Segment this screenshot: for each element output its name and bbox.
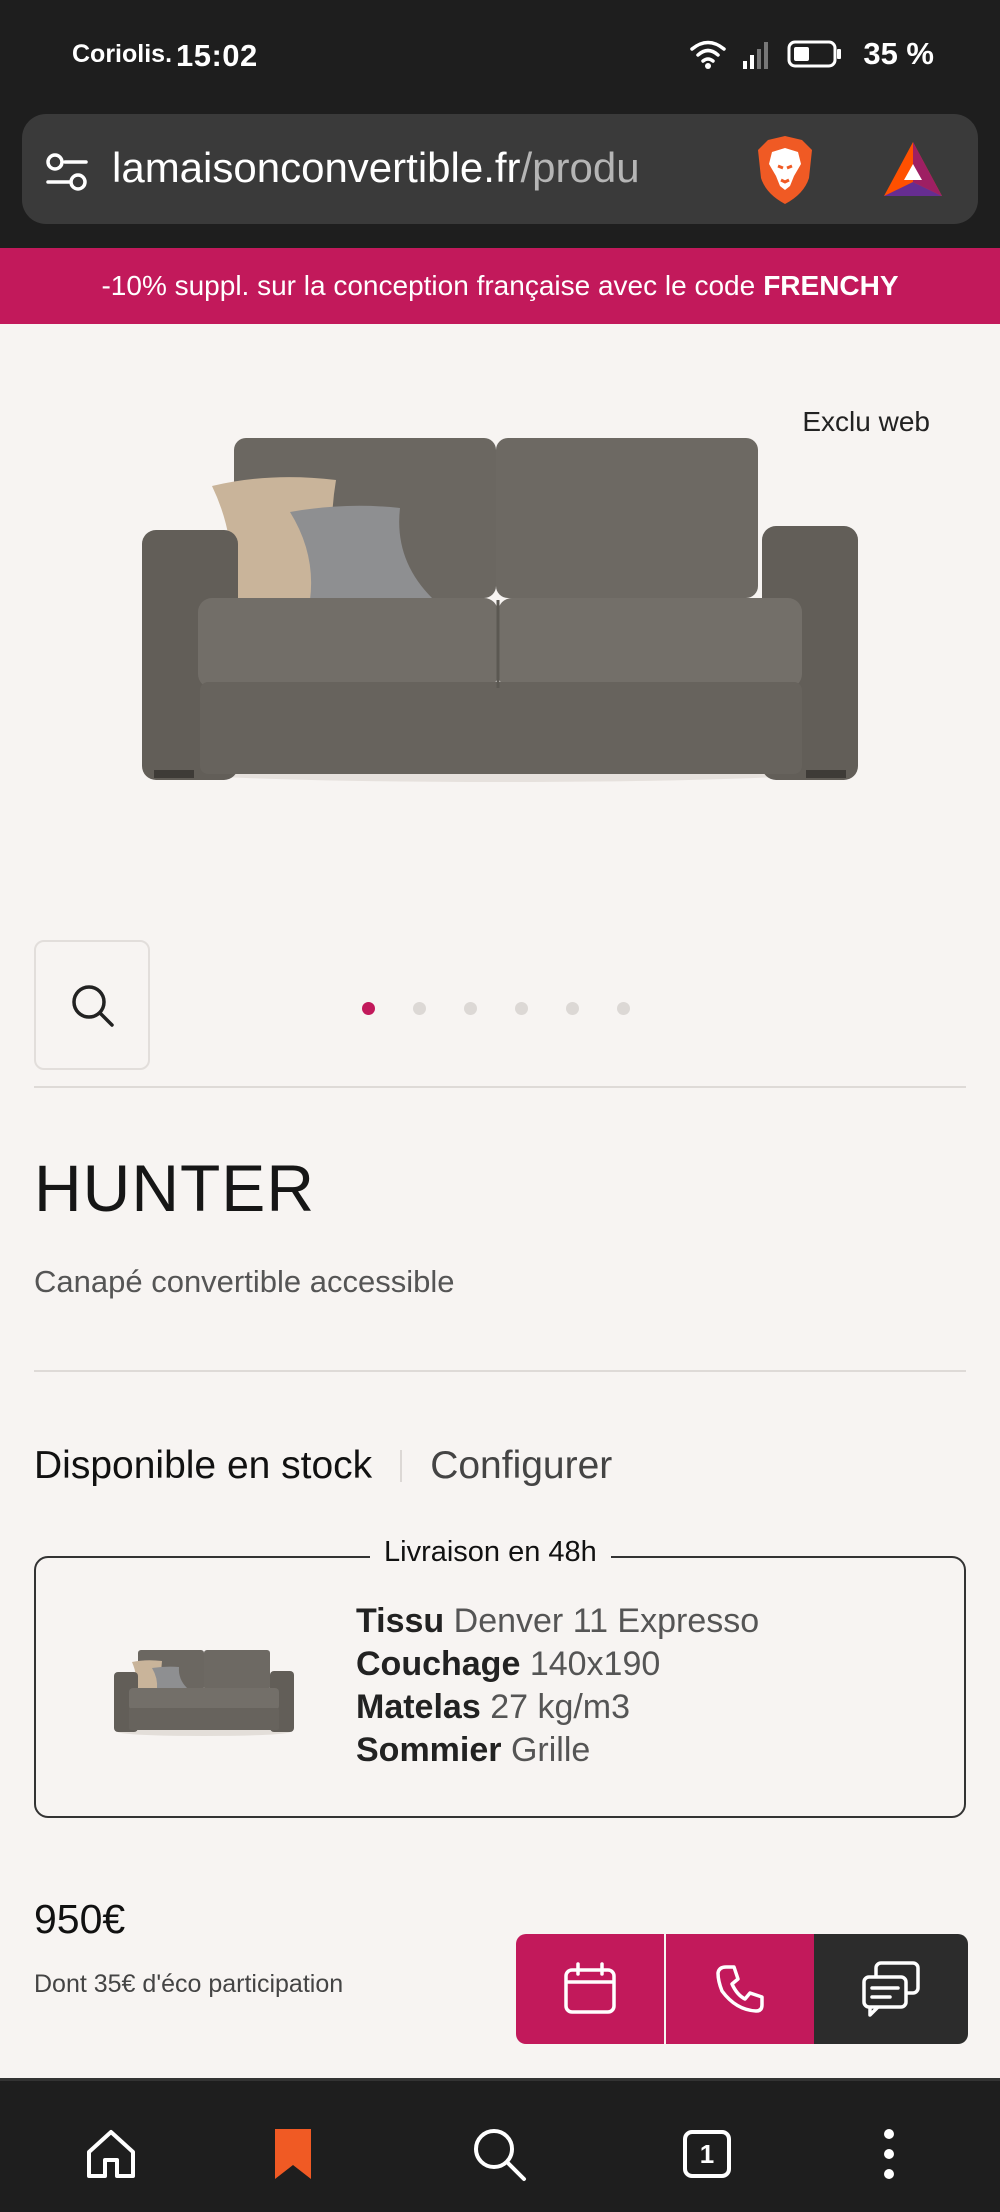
status-bar: Coriolis. 15:02 35 % xyxy=(0,0,1000,112)
search-button[interactable] xyxy=(464,2119,534,2189)
gallery-pagination xyxy=(362,1002,630,1015)
search-icon xyxy=(474,2129,526,2181)
gallery-dot[interactable] xyxy=(617,1002,630,1015)
appointment-button[interactable] xyxy=(516,1934,664,2044)
url-path: /produ xyxy=(520,144,640,191)
spec-value: Denver 11 Expresso xyxy=(453,1602,760,1640)
product-image[interactable] xyxy=(130,430,870,800)
spec-value: 27 kg/m3 xyxy=(490,1688,631,1726)
promo-banner[interactable]: -10% suppl. sur la conception française … xyxy=(0,248,1000,324)
stock-product-card[interactable]: Livraison en 48h Tissu Denver 11 Express… xyxy=(34,1536,966,1818)
spec-row: Couchage 140x190 xyxy=(356,1643,759,1686)
spec-key: Tissu xyxy=(356,1602,445,1640)
spec-value: Grille xyxy=(510,1731,591,1769)
divider xyxy=(34,1370,966,1372)
clock: 15:02 xyxy=(176,38,258,73)
menu-button[interactable] xyxy=(854,2119,924,2189)
spec-value: 140x190 xyxy=(529,1645,661,1683)
promo-text: -10% suppl. sur la conception française … xyxy=(101,270,756,301)
gallery-dot[interactable] xyxy=(464,1002,477,1015)
search-icon xyxy=(72,985,114,1027)
gallery-dot[interactable] xyxy=(515,1002,528,1015)
browser-toolbar: lamaisonconvertible.fr/produ xyxy=(0,112,1000,248)
browser-bottom-bar: 1 xyxy=(0,2078,1000,2212)
purchase-tabs: Disponible en stock Configurer xyxy=(34,1444,612,1488)
tabs-button[interactable]: 1 xyxy=(672,2119,742,2189)
battery-percent: 35 % xyxy=(863,36,934,71)
battery-icon xyxy=(787,40,842,68)
home-icon xyxy=(87,2130,135,2178)
eco-participation-note: Dont 35€ d'éco participation xyxy=(34,1970,344,1998)
call-button[interactable] xyxy=(664,1934,814,2044)
home-button[interactable] xyxy=(76,2119,146,2189)
gallery-dot[interactable] xyxy=(566,1002,579,1015)
url-domain: lamaisonconvertible.fr xyxy=(112,144,521,191)
chat-button[interactable] xyxy=(814,1934,968,2044)
status-icons: 35 % xyxy=(689,36,934,72)
carrier-name: Coriolis. xyxy=(72,40,173,68)
gallery-dot[interactable] xyxy=(413,1002,426,1015)
price: 950€ xyxy=(34,1896,126,1942)
product-thumbnail xyxy=(114,1650,294,1736)
brave-rewards-icon[interactable] xyxy=(880,138,946,200)
brave-shields-icon[interactable] xyxy=(754,134,816,206)
spec-key: Couchage xyxy=(356,1645,521,1683)
spec-row: Sommier Grille xyxy=(356,1729,759,1772)
calendar-icon xyxy=(564,1962,616,2014)
zoom-button[interactable] xyxy=(34,940,150,1070)
delivery-label: Livraison en 48h xyxy=(370,1536,611,1569)
address-bar[interactable]: lamaisonconvertible.fr/produ xyxy=(22,114,978,224)
spec-key: Sommier xyxy=(356,1731,502,1769)
spec-row: Tissu Denver 11 Expresso xyxy=(356,1600,759,1643)
wifi-icon xyxy=(690,40,727,69)
phone-icon xyxy=(716,1965,764,2013)
divider xyxy=(34,1086,966,1088)
gallery-dot[interactable] xyxy=(362,1002,375,1015)
contact-actions xyxy=(516,1934,968,2044)
product-name: HUNTER xyxy=(34,1151,315,1225)
tab-configure[interactable]: Configurer xyxy=(430,1444,612,1488)
signal-icon xyxy=(743,42,769,69)
bookmark-icon xyxy=(275,2129,311,2179)
site-settings-icon[interactable] xyxy=(44,152,90,192)
url-text[interactable]: lamaisonconvertible.fr/produ xyxy=(112,144,752,192)
spec-list: Tissu Denver 11 Expresso Couchage 140x19… xyxy=(356,1600,759,1772)
bookmarks-button[interactable] xyxy=(258,2119,328,2189)
promo-code: FRENCHY xyxy=(763,270,899,301)
spec-key: Matelas xyxy=(356,1688,481,1726)
tab-in-stock[interactable]: Disponible en stock xyxy=(34,1444,372,1488)
chat-icon xyxy=(862,1961,920,2017)
menu-icon xyxy=(884,2129,894,2179)
tabs-icon: 1 xyxy=(683,2130,731,2178)
spec-row: Matelas 27 kg/m3 xyxy=(356,1686,759,1729)
tab-separator xyxy=(400,1450,403,1482)
product-subtitle: Canapé convertible accessible xyxy=(34,1264,455,1299)
